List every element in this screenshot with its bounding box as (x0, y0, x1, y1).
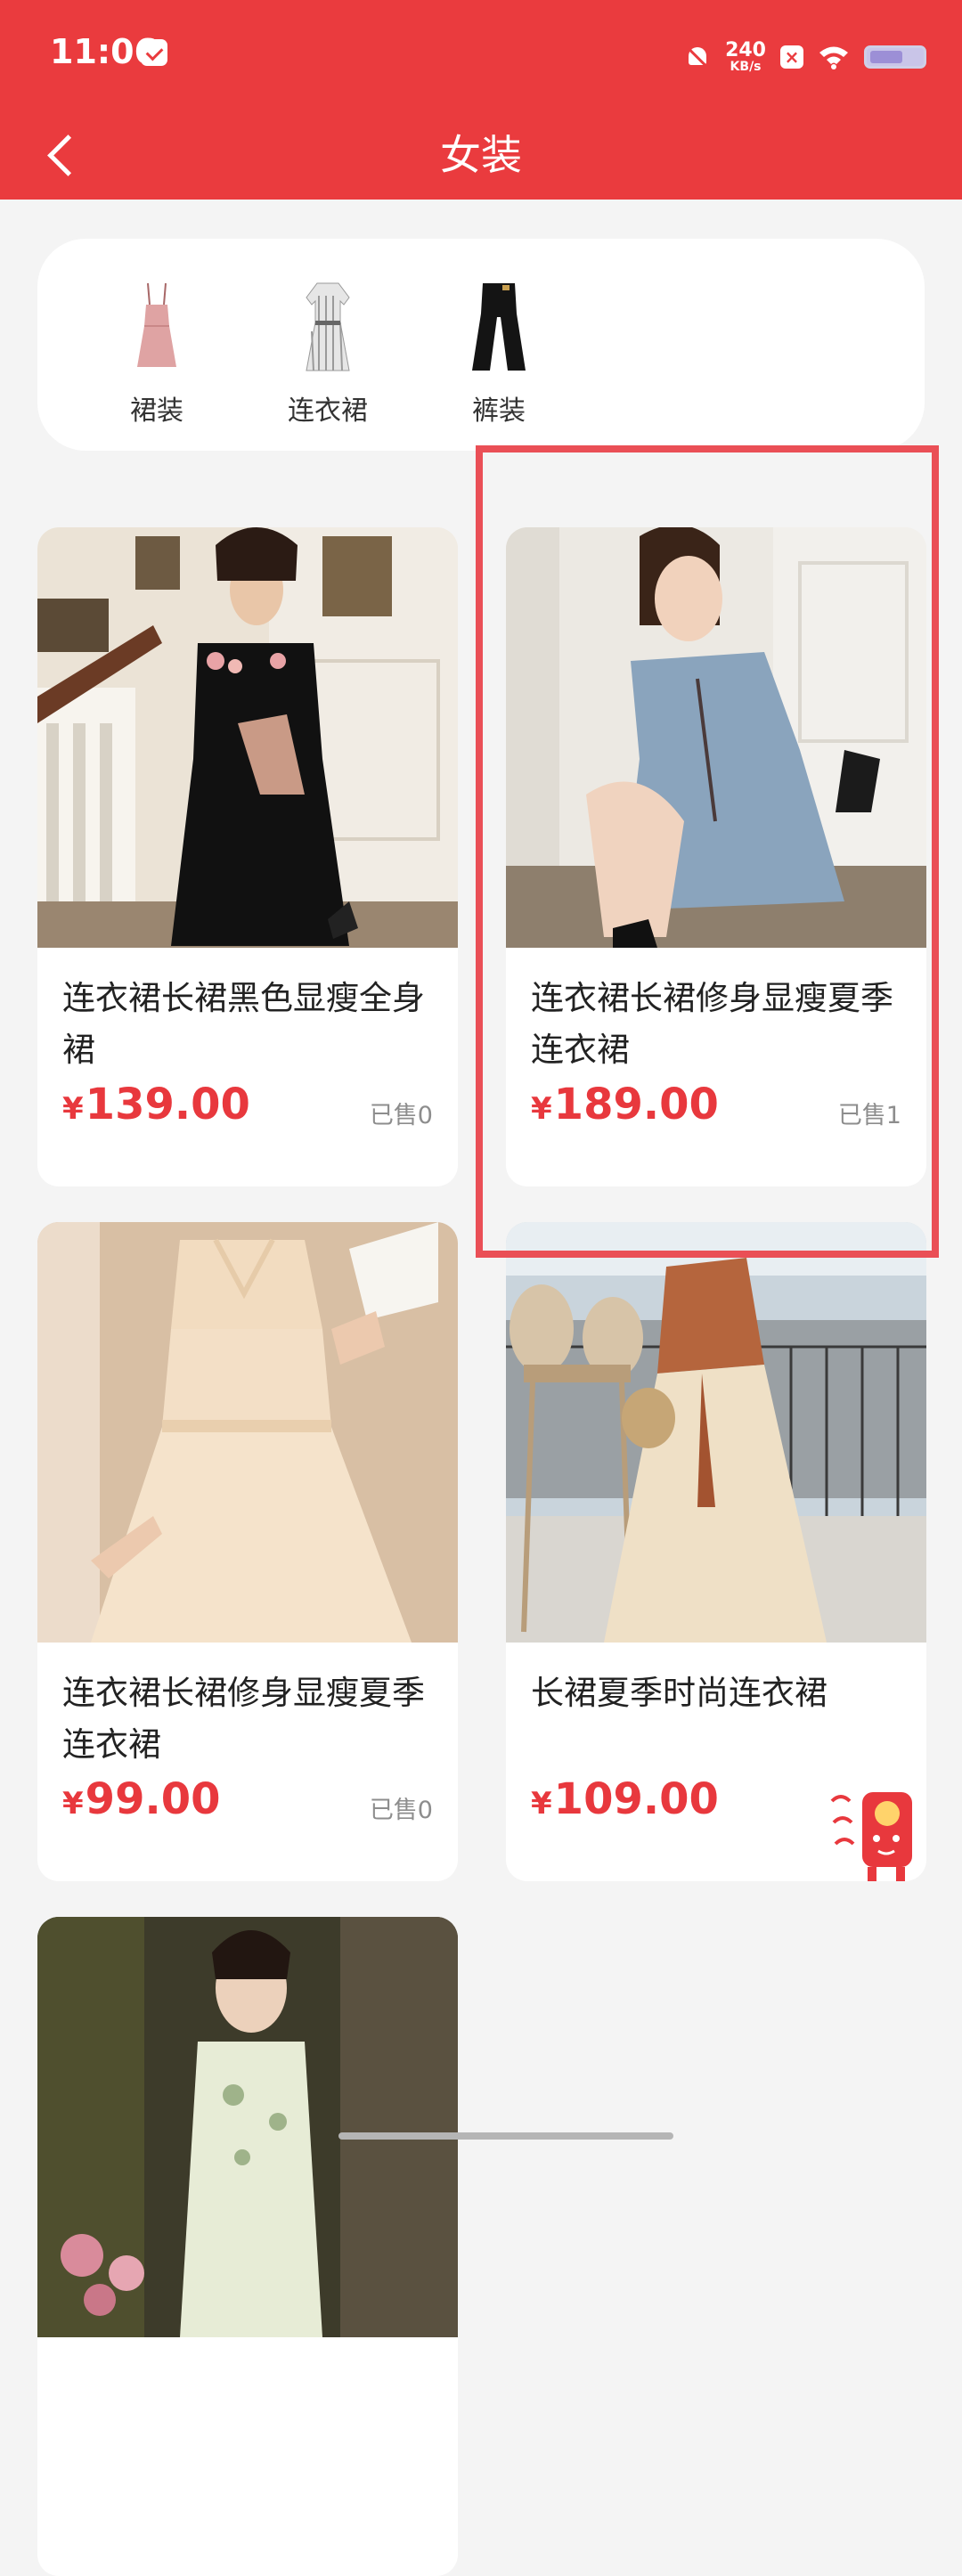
dress-icon (137, 282, 176, 367)
product-title: 连衣裙长裙黑色显瘦全身裙 (62, 979, 425, 1069)
category-label: 裙装 (130, 395, 183, 427)
no-sim-icon: × (780, 45, 803, 69)
currency-symbol: ¥ (62, 1786, 84, 1822)
product-price: ¥99.00 (62, 1774, 221, 1824)
home-indicator[interactable] (338, 2132, 673, 2140)
category-bar: 裙装 连衣裙 裤装 (37, 239, 925, 451)
currency-symbol: ¥ (62, 1091, 84, 1127)
currency-symbol: ¥ (531, 1786, 552, 1822)
status-bar: 11:06 240 KB/s × (0, 0, 962, 110)
price-value: 109.00 (553, 1774, 719, 1824)
network-speed-unit: KB/s (730, 60, 762, 74)
mute-bell-icon (684, 44, 711, 70)
category-label: 连衣裙 (288, 395, 368, 427)
status-icons: 240 KB/s × (684, 32, 926, 82)
network-speed-value: 240 (725, 39, 766, 61)
pants-icon (472, 283, 526, 371)
sold-count: 已售0 (369, 1102, 433, 1129)
network-speed: 240 KB/s (725, 39, 766, 74)
product-image (506, 1222, 926, 1643)
product-image (37, 1222, 458, 1643)
red-packet-icon[interactable] (827, 1774, 925, 1890)
product-price (62, 2469, 64, 2519)
highlight-box (476, 445, 939, 1258)
page-title: 女装 (440, 131, 522, 179)
category-item-skirts[interactable]: 裙装 (94, 239, 219, 451)
wifi-icon (819, 46, 848, 69)
product-card[interactable]: 连衣裙长裙黑色显瘦全身裙 ¥139.00 已售0 (37, 527, 458, 1186)
price-value: 139.00 (85, 1080, 250, 1129)
product-price: ¥109.00 (531, 1774, 719, 1824)
product-title: 连衣裙长裙修身显瘦夏季连衣裙 (62, 1674, 425, 1764)
nav-bar: 女装 (0, 110, 962, 200)
price-value: 99.00 (85, 1774, 221, 1824)
back-arrow-icon[interactable] (39, 126, 96, 183)
product-image (37, 527, 458, 948)
product-price: ¥139.00 (62, 1080, 250, 1129)
product-card[interactable]: 连衣裙长裙修身显瘦夏季连衣裙 ¥99.00 已售0 (37, 1222, 458, 1881)
product-title: 长裙夏季时尚连衣裙 (531, 1674, 827, 1712)
category-item-dresses[interactable]: 连衣裙 (265, 239, 390, 451)
category-label: 裤装 (472, 395, 526, 427)
product-image (37, 1917, 458, 2337)
category-item-pants[interactable]: 裤装 (436, 239, 561, 451)
shirt-dress-icon (306, 282, 350, 371)
sold-count: 已售0 (369, 1797, 433, 1824)
battery-icon (864, 45, 926, 69)
product-card[interactable] (37, 1917, 458, 2576)
message-notification-icon (141, 39, 167, 66)
